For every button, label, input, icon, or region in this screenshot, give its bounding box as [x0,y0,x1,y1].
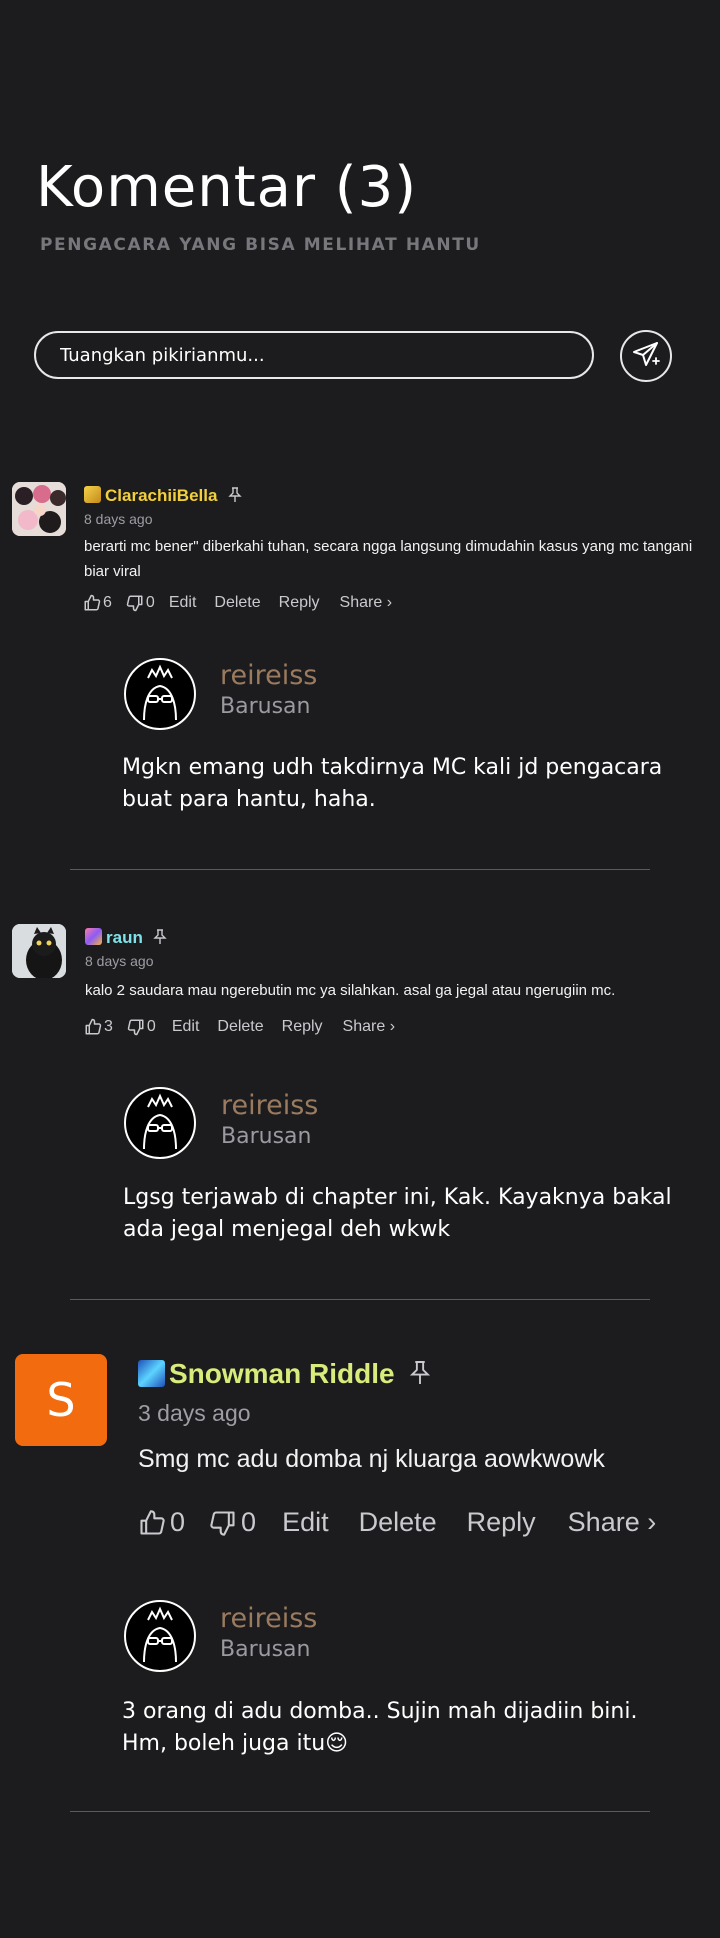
thumbs-up-icon [84,1018,102,1036]
thumbs-down-icon [209,1509,237,1537]
like-count: 6 [103,594,112,611]
comment-input[interactable] [34,331,594,379]
comment-time: 8 days ago [85,953,154,969]
comment-actions: 6 0 Edit Delete Reply Share › [83,594,392,612]
rank-badge-icon [85,928,102,945]
share-button[interactable]: Share › [568,1507,657,1538]
dislike-count: 0 [241,1507,257,1537]
like-button[interactable]: 3 [84,1018,113,1036]
delete-button[interactable]: Delete [359,1507,437,1538]
divider [70,1811,650,1812]
reply-avatar[interactable] [124,1087,196,1159]
send-button[interactable] [620,330,672,382]
delete-button[interactable]: Delete [217,1018,263,1036]
comment-item: ClarachiiBella 8 days ago berarti mc ben… [0,478,720,878]
reply-time: Barusan [220,694,311,719]
reply-avatar[interactable] [124,1600,196,1672]
comment-username[interactable]: raun [106,928,143,947]
thumbs-up-icon [138,1509,166,1537]
comment-time: 8 days ago [84,511,153,527]
avatar[interactable] [12,482,66,536]
comment-text: Smg mc adu domba nj kluarga aowkwowk [138,1445,605,1473]
comment-text: berarti mc bener" diberkahi tuhan, secar… [84,538,693,580]
thumbs-down-icon [127,1018,145,1036]
like-count: 3 [104,1018,113,1035]
reply-username[interactable]: reireiss [220,660,317,691]
comment-actions: 3 0 Edit Delete Reply Share › [84,1018,395,1036]
reply-time: Barusan [220,1637,311,1662]
delete-button[interactable]: Delete [214,594,260,612]
like-count: 0 [170,1507,186,1537]
dislike-button[interactable]: 0 [209,1507,256,1538]
like-button[interactable]: 0 [138,1507,185,1538]
comment-actions: 0 0 Edit Delete Reply Share › [138,1507,656,1538]
thumbs-up-icon [83,594,101,612]
pin-icon[interactable] [228,487,242,508]
reply-button[interactable]: Reply [282,1018,323,1036]
dislike-button[interactable]: 0 [127,1018,156,1036]
reply-text: Mgkn emang udh takdirnya MC kali jd peng… [122,755,663,812]
reply-time: Barusan [221,1124,312,1149]
reply-text: Lgsg terjawab di chapter ini, Kak. Kayak… [123,1185,672,1242]
comment-time: 3 days ago [138,1400,251,1426]
divider [70,869,650,870]
share-button[interactable]: Share › [343,1018,395,1036]
rank-badge-icon [138,1360,165,1387]
pin-icon[interactable] [153,929,167,950]
reply-text: 3 orang di adu domba.. Sujin mah dijadii… [122,1699,638,1756]
share-button[interactable]: Share › [340,594,392,612]
edit-button[interactable]: Edit [172,1018,200,1036]
reply-username[interactable]: reireiss [221,1090,318,1121]
reply-username[interactable]: reireiss [220,1603,317,1634]
dislike-count: 0 [145,594,155,611]
reply-button[interactable]: Reply [467,1507,536,1538]
edit-button[interactable]: Edit [282,1507,329,1538]
reply-avatar[interactable] [124,658,196,730]
comment-username[interactable]: Snowman Riddle [169,1358,395,1389]
edit-button[interactable]: Edit [169,594,197,612]
comment-username[interactable]: ClarachiiBella [105,486,217,505]
send-icon [631,339,661,374]
dislike-count: 0 [146,1018,156,1035]
dislike-button[interactable]: 0 [126,594,155,612]
comment-item: S Snowman Riddle 3 days ago Smg mc adu d… [0,1350,720,1850]
avatar[interactable] [12,924,66,978]
page-title: Komentar (3) [36,155,418,220]
thumbs-down-icon [126,594,144,612]
avatar[interactable]: S [15,1354,107,1446]
comment-item: raun 8 days ago kalo 2 saudara mau ngere… [0,922,720,1322]
page-subtitle: PENGACARA YANG BISA MELIHAT HANTU [40,235,481,255]
divider [70,1299,650,1300]
comment-text: kalo 2 saudara mau ngerebutin mc ya sila… [85,982,616,999]
reply-button[interactable]: Reply [279,594,320,612]
avatar-letter: S [46,1373,76,1427]
pin-icon[interactable] [409,1360,431,1391]
like-button[interactable]: 6 [83,594,112,612]
rank-badge-icon [84,486,101,503]
